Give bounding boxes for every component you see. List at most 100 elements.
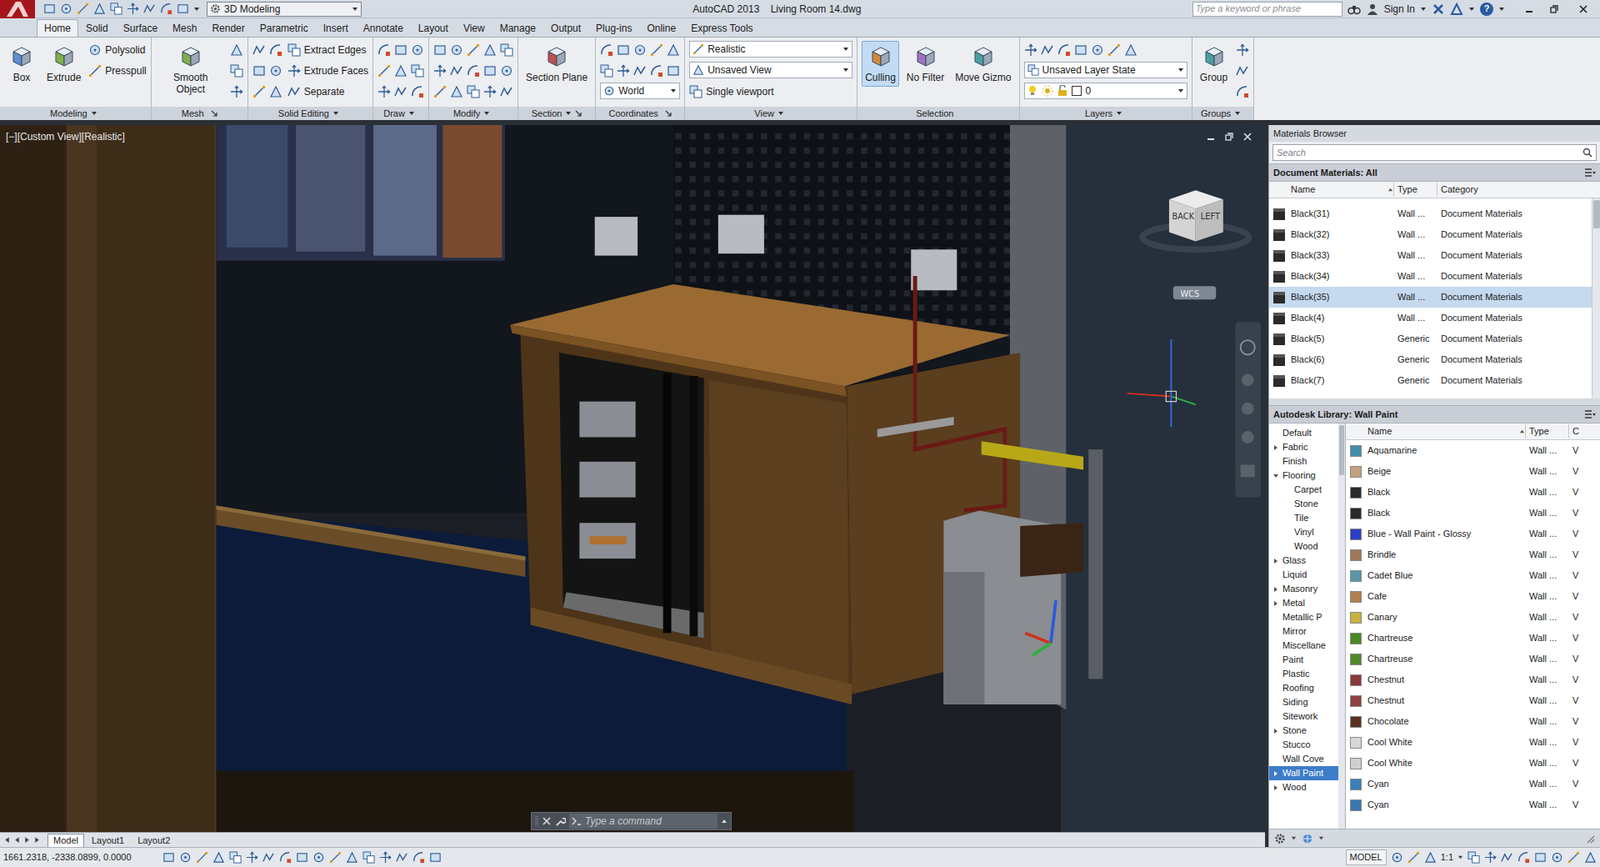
tool-icon[interactable] xyxy=(1467,850,1480,864)
ribbon-tab[interactable]: Output xyxy=(543,19,589,37)
tree-item[interactable]: Siding xyxy=(1269,695,1339,710)
arrow-icon[interactable] xyxy=(1234,110,1241,117)
arrow-icon[interactable] xyxy=(565,110,572,117)
panel-title[interactable]: View xyxy=(754,106,775,121)
ribbon-large-button[interactable]: Box xyxy=(4,40,40,87)
expand-icon[interactable] xyxy=(1272,444,1280,451)
autocad-logo-icon[interactable] xyxy=(0,0,35,19)
workspace-label[interactable]: 3D Modeling xyxy=(224,1,349,17)
layer-dropdown[interactable]: 0 xyxy=(1024,82,1188,100)
tool-icon[interactable] xyxy=(269,43,283,57)
column-header[interactable]: Name xyxy=(1365,424,1526,439)
ribbon-tab[interactable]: Mesh xyxy=(165,19,205,37)
library-material-row[interactable]: Cool WhiteWall ...V xyxy=(1345,752,1600,774)
library-material-row[interactable]: Blue - Wall Paint - GlossyWall ...V xyxy=(1345,523,1600,545)
tree-item[interactable]: Wall Paint xyxy=(1269,765,1339,780)
model-space-toggle[interactable]: MODEL xyxy=(1345,849,1387,865)
panel-title[interactable]: Layers xyxy=(1085,106,1113,121)
arrow-icon[interactable] xyxy=(33,835,41,844)
lock-icon[interactable] xyxy=(1057,85,1068,97)
tool-icon[interactable] xyxy=(88,43,102,57)
tool-large-icon[interactable] xyxy=(177,43,205,70)
expand-icon[interactable] xyxy=(1272,600,1280,607)
panel-title[interactable]: Modify xyxy=(453,106,480,121)
tool-icon[interactable] xyxy=(179,850,192,864)
ribbon-tab[interactable]: Solid xyxy=(78,19,116,37)
ribbon-dropdown[interactable]: Unsaved View xyxy=(689,61,853,79)
ribbon-large-button[interactable]: Group xyxy=(1196,40,1232,87)
tree-item[interactable]: Metal xyxy=(1269,595,1339,610)
tool-icon[interactable] xyxy=(176,2,190,15)
tool-icon[interactable] xyxy=(230,85,244,99)
tool-icon[interactable] xyxy=(195,850,209,864)
wrench-icon[interactable] xyxy=(555,815,566,827)
tree-expander[interactable] xyxy=(1270,425,1281,440)
tree-expander[interactable] xyxy=(1282,539,1293,554)
column-header[interactable]: C xyxy=(1569,424,1600,439)
tool-icon[interactable] xyxy=(60,2,73,15)
tree-expander[interactable] xyxy=(1270,468,1281,483)
library-material-row[interactable]: Cadet BlueWall ...V xyxy=(1345,565,1600,586)
model-scene[interactable]: BACKLEFTWCS xyxy=(0,125,1265,832)
arrow-icon[interactable] xyxy=(842,66,850,74)
tree-item[interactable]: Glass xyxy=(1269,553,1339,568)
gear-icon[interactable] xyxy=(1274,832,1286,845)
tree-item[interactable]: Roofing xyxy=(1269,680,1339,695)
ribbon-small-button[interactable]: Presspull xyxy=(88,61,146,80)
tree-item[interactable]: Mirror xyxy=(1269,624,1339,639)
tree-expander[interactable] xyxy=(1270,624,1281,639)
tool-icon[interactable] xyxy=(1057,43,1071,57)
tree-expander[interactable] xyxy=(1270,638,1281,653)
arrow-icon[interactable] xyxy=(1420,5,1427,13)
material-row[interactable]: Black(6)GenericDocument Materials xyxy=(1269,349,1592,370)
scrollbar[interactable] xyxy=(1591,198,1600,399)
tool-icon[interactable] xyxy=(1235,85,1250,99)
tree-item[interactable]: Wood xyxy=(1269,539,1339,554)
arrow-icon[interactable] xyxy=(193,5,200,13)
arrow-icon[interactable] xyxy=(720,817,728,825)
tool-icon[interactable] xyxy=(600,43,614,57)
tree-expander[interactable] xyxy=(1270,454,1281,469)
materials-search[interactable] xyxy=(1272,144,1597,161)
tool-icon[interactable] xyxy=(143,2,156,15)
ribbon-large-button[interactable]: No Filter xyxy=(903,40,948,87)
ribbon-small-button[interactable]: Separate xyxy=(287,82,369,101)
expand-icon[interactable] xyxy=(1272,557,1280,565)
library-material-row[interactable]: ChartreuseWall ...V xyxy=(1345,627,1600,649)
tree-item[interactable]: Masonry xyxy=(1269,581,1339,596)
tool-icon[interactable] xyxy=(1517,850,1530,864)
tool-icon[interactable] xyxy=(160,2,173,15)
list-view-icon[interactable] xyxy=(1584,167,1596,178)
arrow-icon[interactable] xyxy=(13,835,21,844)
tree-item[interactable]: Wall Cove xyxy=(1269,751,1339,766)
tool-icon[interactable] xyxy=(1550,850,1564,864)
tool-icon[interactable] xyxy=(279,850,292,864)
collapse-icon[interactable] xyxy=(1272,472,1280,480)
ribbon-tab[interactable]: Parametric xyxy=(252,19,316,37)
tree-item[interactable]: Sitework xyxy=(1269,709,1339,724)
tree-item[interactable]: Metallic P xyxy=(1269,610,1339,625)
close-button[interactable] xyxy=(1566,0,1600,18)
tree-expander[interactable] xyxy=(1270,709,1281,724)
layout-tab[interactable]: Model xyxy=(47,833,85,847)
ribbon-tab[interactable]: Manage xyxy=(492,19,544,37)
tool-icon[interactable] xyxy=(1107,43,1121,57)
library-material-row[interactable]: Cool WhiteWall ...V xyxy=(1345,731,1600,753)
minimize-icon[interactable] xyxy=(1206,132,1215,141)
tree-item[interactable]: Tile xyxy=(1269,510,1339,525)
expand-icon[interactable] xyxy=(1272,784,1280,791)
close-icon[interactable] xyxy=(541,815,552,826)
tool-icon[interactable] xyxy=(1024,43,1038,57)
tool-icon[interactable] xyxy=(230,43,244,57)
search-input[interactable] xyxy=(1195,1,1340,16)
help-button[interactable]: ? xyxy=(1480,2,1494,16)
ribbon-dropdown[interactable]: Realistic xyxy=(689,40,853,58)
tool-icon[interactable] xyxy=(329,850,342,864)
tree-expander[interactable] xyxy=(1270,595,1281,610)
tree-expander[interactable] xyxy=(1270,652,1281,667)
tool-icon[interactable] xyxy=(433,64,447,78)
tool-icon[interactable] xyxy=(483,64,497,78)
viewport[interactable]: BACKLEFTWCS[−][Custom View][Realistic] xyxy=(0,125,1265,832)
arrow-icon[interactable] xyxy=(90,110,98,117)
tool-icon[interactable] xyxy=(377,85,391,99)
